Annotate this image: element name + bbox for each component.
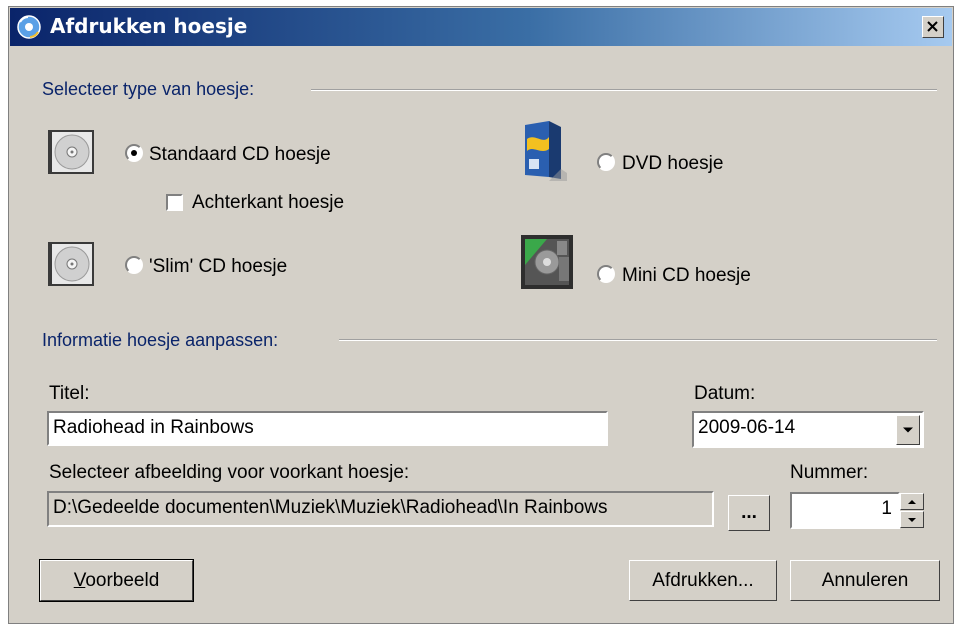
info-group-divider xyxy=(339,339,937,341)
preview-mnemonic: V xyxy=(73,569,86,591)
number-label: Nummer: xyxy=(790,462,869,483)
app-icon xyxy=(17,15,41,39)
date-value: 2009-06-14 xyxy=(698,417,796,438)
image-label: Selecteer afbeelding voor voorkant hoesj… xyxy=(49,462,410,483)
date-label: Datum: xyxy=(694,383,756,404)
chevron-up-icon xyxy=(908,499,916,504)
mini-cd-radio[interactable] xyxy=(597,265,615,283)
back-cover-checkbox[interactable] xyxy=(166,194,183,211)
image-path-field[interactable]: D:\Gedeelde documenten\Muziek\Muziek\Rad… xyxy=(47,491,714,527)
title-bar[interactable]: Afdrukken hoesje xyxy=(10,8,952,46)
standard-cd-radio[interactable] xyxy=(125,144,143,162)
chevron-down-icon xyxy=(903,427,913,433)
preview-button[interactable]: Voorbeeld xyxy=(39,559,194,602)
standard-cd-label: Standaard CD hoesje xyxy=(149,144,331,165)
mini-cd-case-icon xyxy=(521,235,573,289)
title-label: Titel: xyxy=(49,383,90,404)
info-group-label: Informatie hoesje aanpassen: xyxy=(42,330,279,350)
number-spinner[interactable] xyxy=(900,493,924,528)
dvd-label: DVD hoesje xyxy=(622,153,724,174)
type-group-divider xyxy=(311,89,937,91)
title-input[interactable]: Radiohead in Rainbows xyxy=(47,411,608,446)
close-button[interactable] xyxy=(922,16,944,38)
mini-cd-label: Mini CD hoesje xyxy=(622,265,751,286)
slim-cd-label: 'Slim' CD hoesje xyxy=(149,256,288,277)
date-picker[interactable]: 2009-06-14 xyxy=(692,411,924,448)
chevron-down-icon xyxy=(908,517,916,522)
print-case-dialog: Afdrukken hoesje Selecteer type van hoes… xyxy=(8,6,954,624)
browse-button[interactable]: ... xyxy=(728,495,770,531)
print-button[interactable]: Afdrukken... xyxy=(629,560,777,601)
slim-cd-case-icon xyxy=(48,242,94,286)
close-icon xyxy=(927,21,938,32)
slim-cd-radio[interactable] xyxy=(125,256,143,274)
cd-case-icon xyxy=(48,130,94,174)
dvd-case-icon xyxy=(525,121,567,181)
number-increment-button[interactable] xyxy=(900,493,924,510)
dvd-radio[interactable] xyxy=(597,153,615,171)
date-dropdown-button[interactable] xyxy=(896,415,920,445)
preview-label: oorbeeld xyxy=(85,569,160,591)
window-title: Afdrukken hoesje xyxy=(50,14,248,38)
type-group-label: Selecteer type van hoesje: xyxy=(42,79,255,99)
cancel-button[interactable]: Annuleren xyxy=(790,560,940,601)
back-cover-label: Achterkant hoesje xyxy=(192,192,345,213)
number-decrement-button[interactable] xyxy=(900,511,924,528)
number-input[interactable]: 1 xyxy=(790,492,900,529)
